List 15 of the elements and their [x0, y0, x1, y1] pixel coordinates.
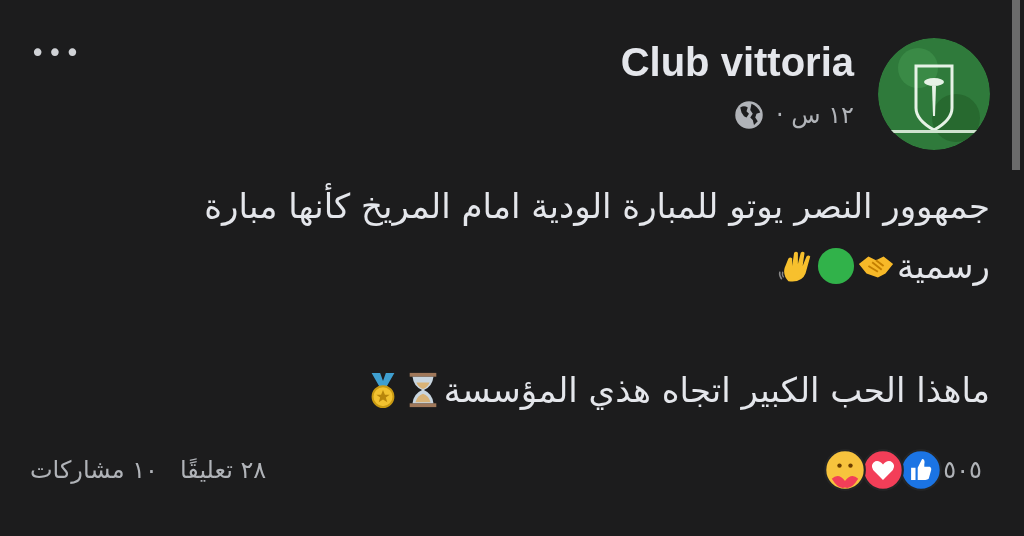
- post-time[interactable]: ١٢ س ·: [776, 101, 854, 129]
- post-text: رسمية: [896, 245, 990, 288]
- post-text: ماهذا الحب الكبير اتجاه هذي المؤسسة: [443, 369, 990, 412]
- care-reaction-icon: [823, 448, 868, 492]
- reactions-count[interactable]: ٥٠٥: [943, 456, 982, 484]
- shares-count[interactable]: ١٠ مشاركات: [30, 456, 158, 484]
- post-text: جمهوور النصر يوتو للمبارة الودية امام المريخ كأنها مبارة: [204, 176, 990, 236]
- page-name[interactable]: Club vittoria: [620, 38, 854, 86]
- globe-icon: [734, 100, 765, 130]
- more-options-button[interactable]: •••: [30, 40, 82, 66]
- scrollbar[interactable]: [1012, 0, 1020, 170]
- circle-emoji-icon: [816, 247, 855, 285]
- love-reaction-icon: [861, 448, 906, 492]
- comments-count[interactable]: ٢٨ تعليقًا: [179, 456, 267, 484]
- like-reaction-icon: [899, 448, 944, 492]
